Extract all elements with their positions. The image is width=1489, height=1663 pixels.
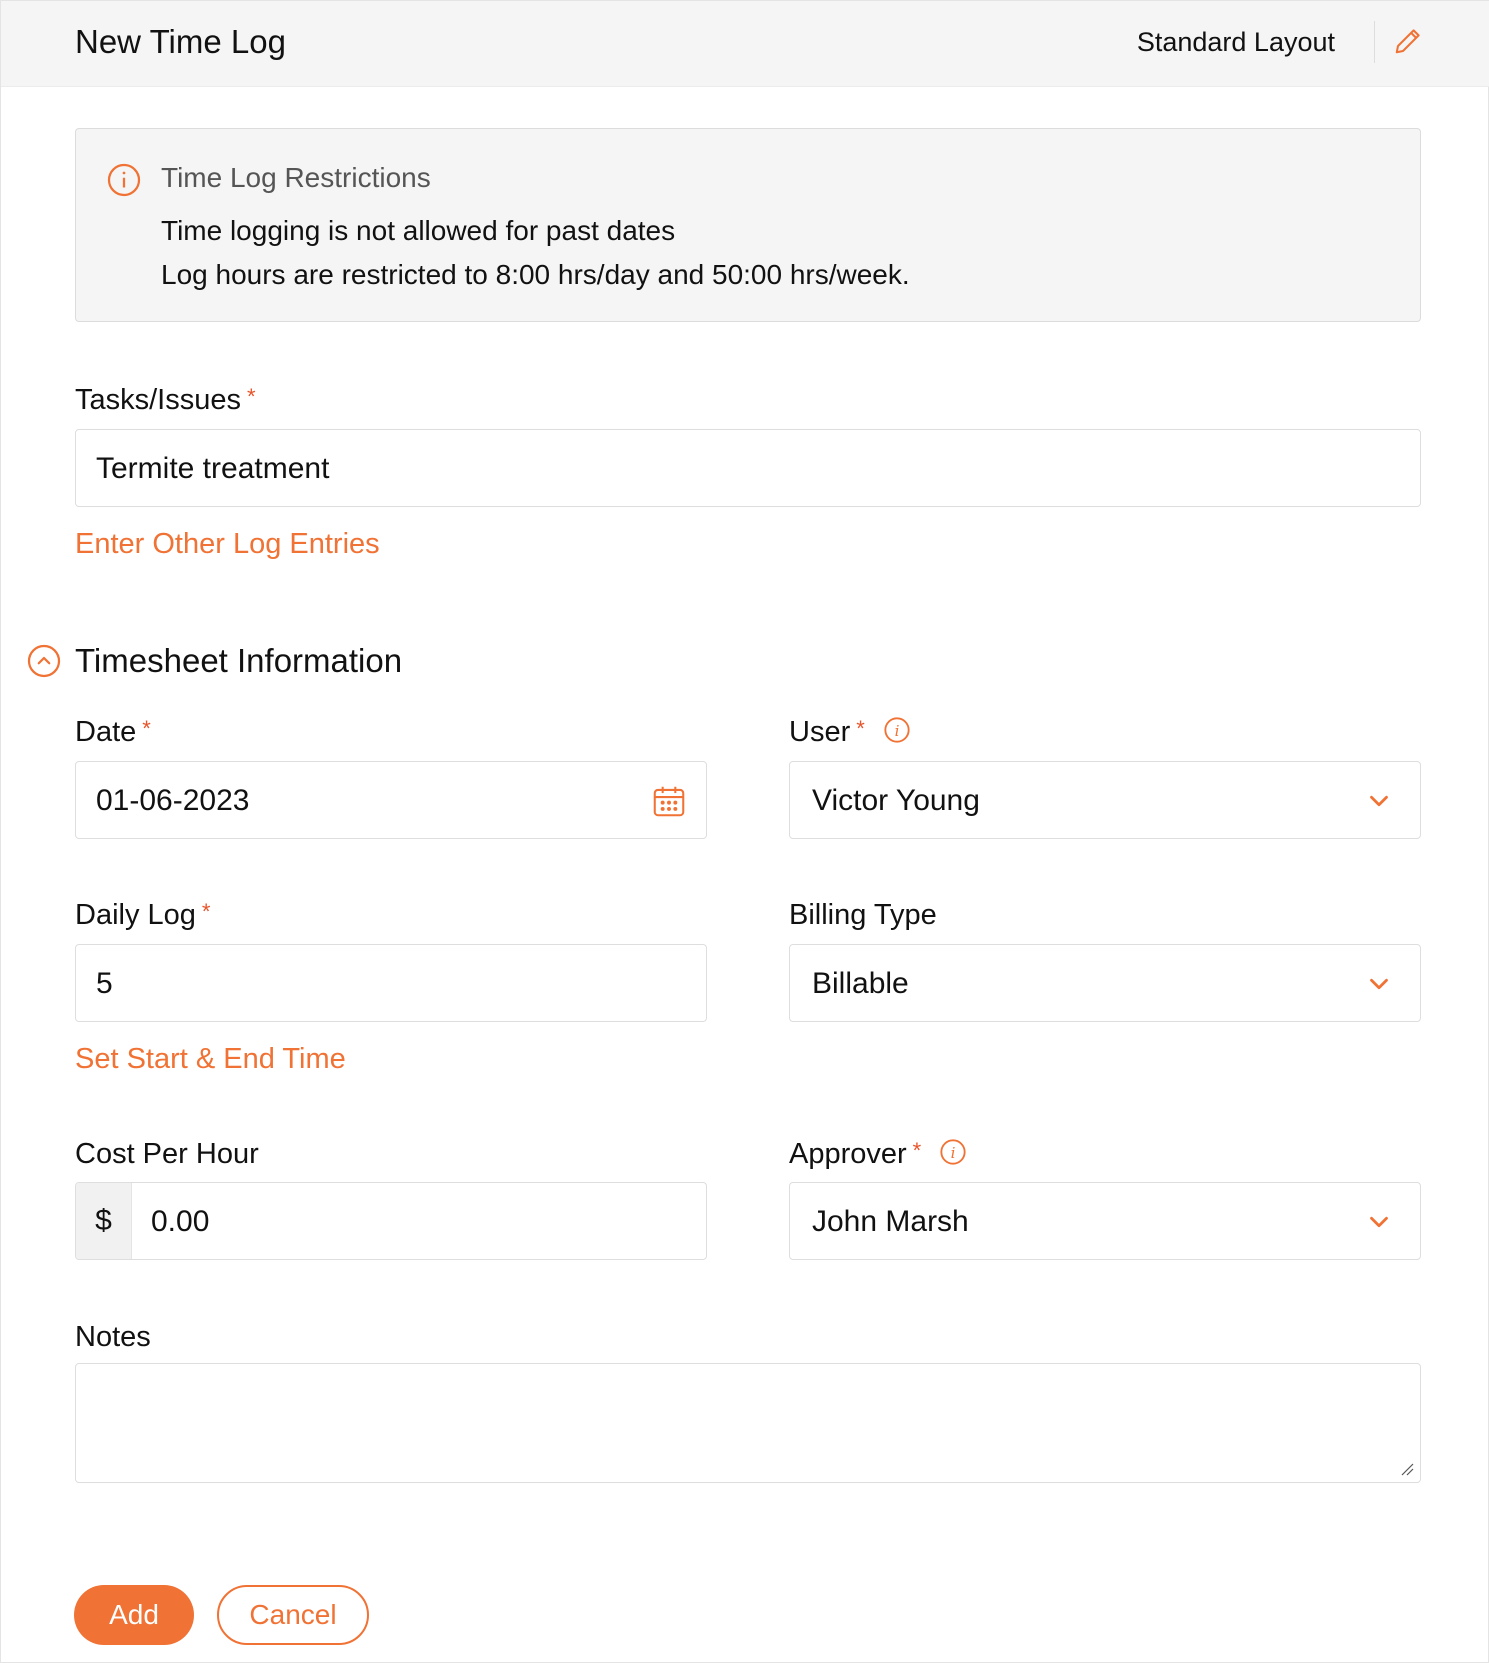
approver-label: Approver * i [789, 1138, 967, 1171]
header: New Time Log Standard Layout [1, 1, 1489, 87]
cost-per-hour-input[interactable]: $ 0.00 [75, 1182, 707, 1260]
approver-select-value: John Marsh [812, 1205, 969, 1238]
user-select[interactable]: Victor Young [789, 761, 1421, 839]
resize-handle-icon[interactable] [1398, 1460, 1414, 1476]
required-mark: * [142, 716, 151, 741]
time-log-form: New Time Log Standard Layout Time Log Re… [0, 0, 1489, 1663]
calendar-icon[interactable] [650, 782, 688, 820]
enter-other-log-entries-link[interactable]: Enter Other Log Entries [75, 528, 380, 561]
approver-select[interactable]: John Marsh [789, 1182, 1421, 1260]
restrictions-notice: Time Log Restrictions Time logging is no… [75, 128, 1421, 322]
date-input[interactable]: 01-06-2023 [75, 761, 707, 839]
edit-layout-button[interactable] [1390, 23, 1426, 59]
billing-type-select-value: Billable [812, 967, 909, 1000]
required-mark: * [912, 1138, 922, 1163]
user-label-text: User [789, 716, 851, 748]
info-circle-icon [107, 163, 141, 197]
notice-line-hours-limit: Log hours are restricted to 8:00 hrs/day… [161, 259, 910, 290]
required-mark: * [201, 899, 211, 924]
layout-selector[interactable]: Standard Layout [1137, 27, 1335, 58]
chevron-down-icon [1370, 795, 1388, 807]
svg-text:i: i [951, 1144, 956, 1162]
daily-log-label-text: Daily Log [75, 899, 196, 931]
notice-title: Time Log Restrictions [161, 162, 431, 193]
tasks-label: Tasks/Issues * [75, 384, 256, 417]
user-select-value: Victor Young [812, 784, 980, 817]
daily-log-input-value: 5 [96, 967, 113, 1000]
pencil-icon [1395, 29, 1420, 54]
notes-textarea[interactable] [75, 1363, 1421, 1483]
currency-prefix: $ [76, 1183, 132, 1259]
required-mark: * [856, 716, 865, 741]
tasks-input[interactable]: Termite treatment [75, 429, 1421, 507]
info-icon[interactable]: i [939, 1138, 967, 1166]
billing-type-label: Billing Type [789, 899, 937, 931]
cost-per-hour-input-value: 0.00 [151, 1205, 210, 1238]
cancel-button[interactable]: Cancel [217, 1585, 369, 1645]
set-start-end-time-link[interactable]: Set Start & End Time [75, 1043, 346, 1076]
header-divider [1374, 21, 1375, 63]
chevron-up-circle-icon[interactable] [26, 643, 62, 679]
daily-log-label: Daily Log * [75, 899, 210, 932]
tasks-input-value: Termite treatment [96, 452, 330, 485]
approver-label-text: Approver [789, 1138, 907, 1170]
date-input-value: 01-06-2023 [96, 784, 250, 817]
cost-per-hour-label: Cost Per Hour [75, 1138, 259, 1170]
section-title: Timesheet Information [75, 642, 403, 679]
chevron-down-icon [1370, 978, 1388, 990]
user-label: User * i [789, 716, 911, 749]
required-mark: * [247, 384, 256, 409]
date-label: Date * [75, 716, 151, 749]
page-title: New Time Log [75, 23, 286, 60]
tasks-label-text: Tasks/Issues [75, 384, 241, 416]
chevron-down-icon [1370, 1216, 1388, 1228]
notes-label: Notes [75, 1321, 151, 1353]
daily-log-input[interactable]: 5 [75, 944, 707, 1022]
svg-text:i: i [894, 722, 899, 740]
add-button[interactable]: Add [74, 1585, 194, 1645]
billing-type-select[interactable]: Billable [789, 944, 1421, 1022]
notice-line-past-dates: Time logging is not allowed for past dat… [161, 215, 676, 246]
date-label-text: Date [75, 716, 137, 748]
info-icon[interactable]: i [883, 716, 911, 744]
